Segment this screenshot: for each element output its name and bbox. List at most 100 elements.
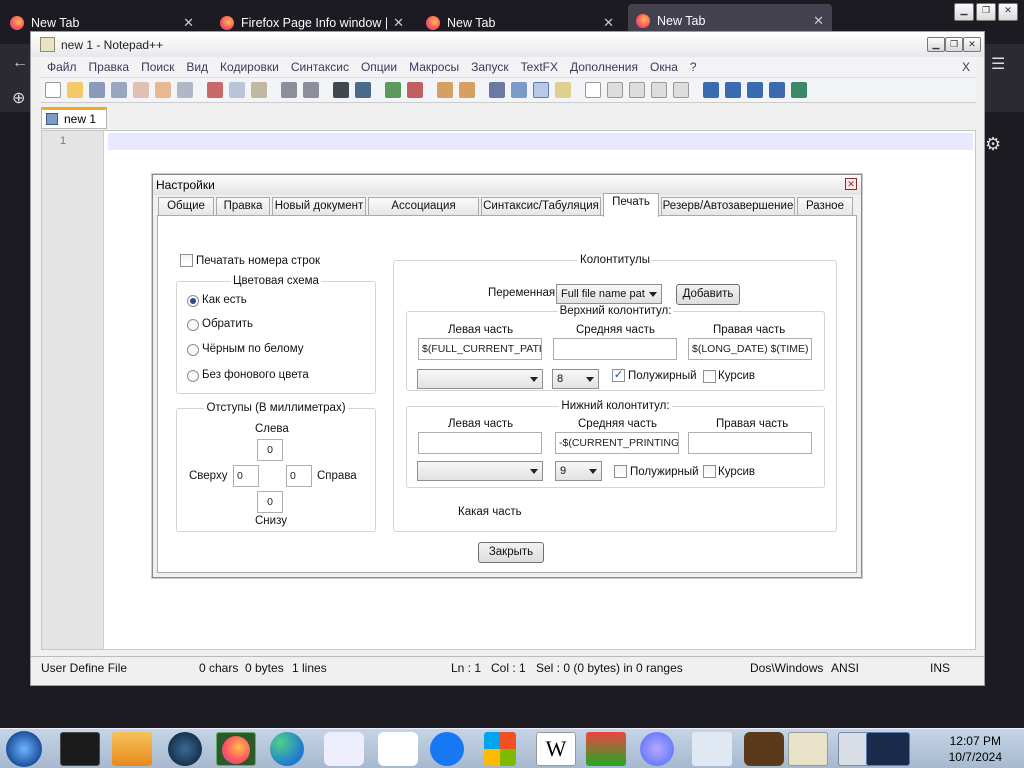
close-icon[interactable]: ✕ bbox=[183, 15, 194, 31]
tab-language-tab[interactable]: Синтаксис/Табуляция bbox=[481, 197, 601, 215]
save-macro-icon[interactable] bbox=[673, 82, 689, 98]
paste-icon[interactable] bbox=[251, 82, 267, 98]
gear-icon[interactable]: ⚙ bbox=[985, 134, 1001, 155]
margin-bottom-input[interactable]: 0 bbox=[257, 491, 283, 513]
doc-map-icon[interactable] bbox=[555, 82, 571, 98]
footer-right-input[interactable] bbox=[688, 432, 812, 454]
footer-font-dropdown[interactable] bbox=[417, 461, 543, 481]
footer-italic-checkbox[interactable] bbox=[703, 465, 716, 478]
firefox-icon[interactable] bbox=[216, 732, 256, 766]
footer-middle-input[interactable]: -$(CURRENT_PRINTING_PAGE)- bbox=[555, 432, 679, 454]
menu-textfx[interactable]: TextFX bbox=[515, 60, 564, 74]
copilot-icon[interactable] bbox=[640, 732, 674, 766]
spell-check-icon[interactable] bbox=[791, 82, 807, 98]
close-button[interactable]: ✕ bbox=[963, 37, 981, 52]
cut-icon[interactable] bbox=[207, 82, 223, 98]
scheme-no-background-radio[interactable] bbox=[187, 370, 199, 382]
margin-right-input[interactable]: 0 bbox=[286, 465, 312, 487]
close-dialog-button[interactable]: Закрыть bbox=[478, 542, 544, 563]
microsoft-icon[interactable] bbox=[484, 732, 516, 766]
zoom-out-icon[interactable] bbox=[407, 82, 423, 98]
menu-icon[interactable]: ☰ bbox=[991, 54, 1005, 74]
menu-macro[interactable]: Макросы bbox=[403, 60, 465, 74]
minimize-button[interactable]: ▁ bbox=[927, 37, 945, 52]
move-up-icon[interactable] bbox=[725, 82, 741, 98]
indent-guide-icon[interactable] bbox=[533, 82, 549, 98]
scheme-invert-radio[interactable] bbox=[187, 319, 199, 331]
menu-close-x[interactable]: X bbox=[956, 60, 976, 74]
back-arrow-icon[interactable]: ← bbox=[12, 54, 28, 72]
close-file-icon[interactable] bbox=[133, 82, 149, 98]
header-italic-checkbox[interactable] bbox=[703, 370, 716, 383]
scheme-as-is-radio[interactable] bbox=[187, 295, 199, 307]
header-bold-checkbox[interactable]: ✓ bbox=[612, 369, 625, 382]
bank-icon[interactable] bbox=[692, 732, 732, 766]
facebook-icon[interactable] bbox=[430, 732, 464, 766]
header-left-input[interactable]: $(FULL_CURRENT_PATH) bbox=[418, 338, 542, 360]
close-icon[interactable]: ✕ bbox=[813, 13, 824, 29]
sync-v-icon[interactable] bbox=[437, 82, 453, 98]
header-right-input[interactable]: $(LONG_DATE) $(TIME) bbox=[688, 338, 812, 360]
tab-misc[interactable]: Разное bbox=[797, 197, 853, 215]
menu-run[interactable]: Запуск bbox=[465, 60, 515, 74]
margin-top-input[interactable]: 0 bbox=[233, 465, 259, 487]
store-icon[interactable] bbox=[586, 732, 626, 766]
menu-file[interactable]: Файл bbox=[41, 60, 83, 74]
run-macro-multiple-icon[interactable] bbox=[651, 82, 667, 98]
menu-edit[interactable]: Правка bbox=[83, 60, 136, 74]
edge-icon[interactable] bbox=[270, 732, 304, 766]
header-font-dropdown[interactable] bbox=[417, 369, 543, 389]
tab-edit[interactable]: Правка bbox=[216, 197, 270, 215]
globe-icon[interactable]: ⊕ bbox=[12, 88, 25, 108]
menu-language[interactable]: Синтаксис bbox=[285, 60, 355, 74]
clock[interactable]: 12:07 PM 10/7/2024 bbox=[949, 733, 1002, 765]
close-icon[interactable]: ✕ bbox=[393, 15, 404, 31]
tab-general[interactable]: Общие bbox=[158, 197, 214, 215]
network-globe-icon[interactable] bbox=[168, 732, 202, 766]
header-font-size-dropdown[interactable]: 8 bbox=[552, 369, 599, 389]
media-player-icon[interactable] bbox=[112, 732, 152, 766]
terminal-icon[interactable] bbox=[60, 732, 100, 766]
maximize-button[interactable]: ❐ bbox=[976, 3, 996, 21]
ups-icon[interactable] bbox=[744, 732, 784, 766]
header-middle-input[interactable] bbox=[553, 338, 677, 360]
sort-icon[interactable] bbox=[703, 82, 719, 98]
minimize-button[interactable]: ▁ bbox=[954, 3, 974, 21]
menu-search[interactable]: Поиск bbox=[135, 60, 180, 74]
sync-h-icon[interactable] bbox=[459, 82, 475, 98]
save-all-icon[interactable] bbox=[111, 82, 127, 98]
copy-icon[interactable] bbox=[229, 82, 245, 98]
tab-print[interactable]: Печать bbox=[603, 193, 659, 217]
play-macro-icon[interactable] bbox=[629, 82, 645, 98]
video-icon[interactable] bbox=[324, 732, 364, 766]
tab-backup-autocompletion[interactable]: Резерв/Автозавершение bbox=[661, 197, 795, 215]
wikipedia-icon[interactable]: W bbox=[536, 732, 576, 766]
margin-left-input[interactable]: 0 bbox=[257, 439, 283, 461]
start-orb-icon[interactable] bbox=[6, 731, 42, 767]
menu-plugins[interactable]: Дополнения bbox=[564, 60, 644, 74]
menu-encoding[interactable]: Кодировки bbox=[214, 60, 285, 74]
close-icon[interactable]: ✕ bbox=[603, 15, 614, 31]
variable-dropdown[interactable]: Full file name pat bbox=[556, 284, 662, 304]
print-icon[interactable] bbox=[177, 82, 193, 98]
undo-icon[interactable] bbox=[281, 82, 297, 98]
document-tab[interactable]: new 1 bbox=[41, 107, 107, 129]
menu-window[interactable]: Окна bbox=[644, 60, 684, 74]
notepad-icon[interactable] bbox=[788, 732, 828, 766]
save-icon[interactable] bbox=[89, 82, 105, 98]
close-button[interactable]: ✕ bbox=[998, 3, 1018, 21]
scheme-black-on-white-radio[interactable] bbox=[187, 344, 199, 356]
tab-new-document[interactable]: Новый документ bbox=[272, 197, 366, 215]
word-wrap-icon[interactable] bbox=[489, 82, 505, 98]
show-all-chars-icon[interactable] bbox=[511, 82, 527, 98]
tab-file-association[interactable]: Ассоциация файлов bbox=[368, 197, 479, 229]
redo-icon[interactable] bbox=[303, 82, 319, 98]
menu-settings[interactable]: Опции bbox=[355, 60, 403, 74]
amazon-icon[interactable] bbox=[378, 732, 418, 766]
remote-desktop-icon[interactable] bbox=[866, 732, 910, 766]
move-down-icon[interactable] bbox=[747, 82, 763, 98]
footer-bold-checkbox[interactable] bbox=[614, 465, 627, 478]
zoom-in-icon[interactable] bbox=[385, 82, 401, 98]
restore-button[interactable]: ❐ bbox=[945, 37, 963, 52]
print-line-numbers-checkbox[interactable] bbox=[180, 254, 193, 267]
